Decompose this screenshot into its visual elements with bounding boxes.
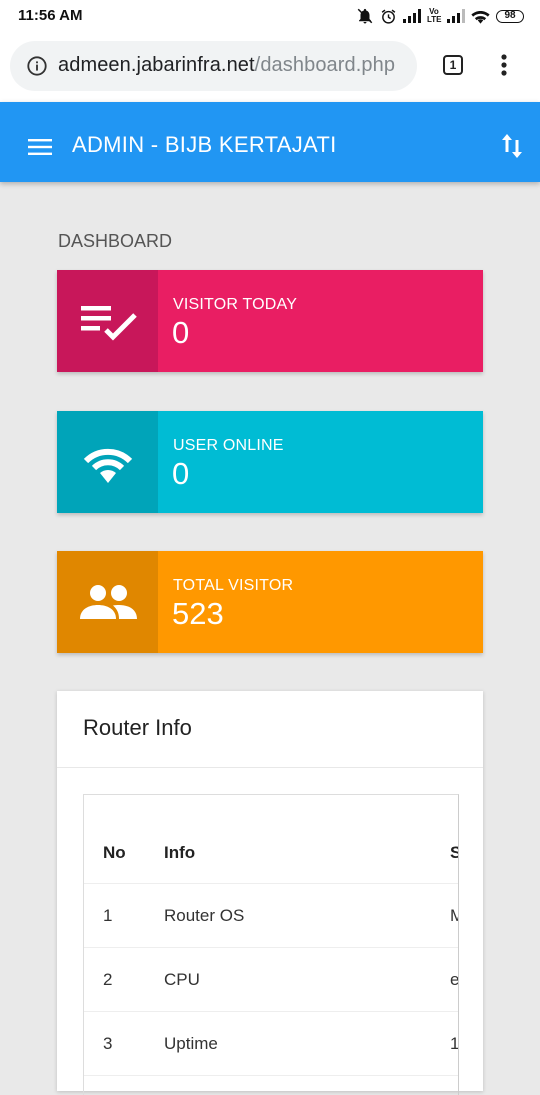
signal-icon <box>403 9 421 23</box>
column-header-status: S <box>450 843 458 863</box>
signal-icon-2 <box>447 9 465 23</box>
status-bar: 11:56 AM Vo LTE 98 <box>0 0 540 32</box>
card-value: 0 <box>172 456 190 491</box>
status-icons: Vo LTE 98 <box>356 6 524 26</box>
cell-status: e <box>450 970 459 989</box>
table-row: 3 Uptime 1 <box>84 1012 458 1076</box>
app-bar: ADMIN - BIJB KERTAJATI <box>0 102 540 182</box>
table-row: 1 Router OS M <box>84 884 458 948</box>
tab-switcher-button[interactable]: 1 <box>443 55 463 75</box>
battery-indicator: 98 <box>496 9 524 23</box>
url-text[interactable]: admeen.jabarinfra.net/dashboard.php <box>58 54 395 77</box>
url-path: /dashboard.php <box>254 54 396 76</box>
router-info-table[interactable]: No Info S 1 Router OS M 2 CPU e 3 Uptime… <box>83 794 459 1095</box>
cell-info: Uptime <box>164 1034 218 1053</box>
network-type: Vo LTE <box>427 7 442 24</box>
page-title: DASHBOARD <box>58 231 173 251</box>
mute-icon <box>356 7 374 25</box>
status-time: 11:56 AM <box>18 7 83 24</box>
hamburger-menu-icon[interactable] <box>28 139 52 160</box>
card-value: 523 <box>172 596 224 631</box>
cell-status: 1 <box>450 1034 459 1053</box>
url-domain: admeen.jabarinfra.net <box>58 54 255 76</box>
app-title: ADMIN - BIJB KERTAJATI <box>72 132 337 157</box>
cell-no: 2 <box>103 970 113 989</box>
visitor-today-card[interactable]: VISITOR TODAY 0 <box>57 270 483 372</box>
card-label: USER ONLINE <box>173 437 284 454</box>
column-header-no: No <box>103 843 126 862</box>
column-header-info: Info <box>164 843 196 862</box>
table-header-row: No Info S <box>84 795 458 884</box>
panel-header: Router Info <box>57 691 483 768</box>
card-label: VISITOR TODAY <box>173 296 298 313</box>
router-info-panel: Router Info No Info S 1 Router OS M 2 CP… <box>57 691 483 1095</box>
panel-title: Router Info <box>83 715 192 740</box>
card-icon-area <box>57 551 158 653</box>
cell-no: 3 <box>103 1034 113 1053</box>
cell-status: M <box>450 906 458 926</box>
cell-no: 1 <box>103 906 113 925</box>
alarm-icon <box>380 8 397 25</box>
cell-info: CPU <box>164 970 200 989</box>
info-icon[interactable] <box>26 55 48 82</box>
table-row: 2 CPU e <box>84 948 458 1012</box>
browser-toolbar: admeen.jabarinfra.net/dashboard.php 1 <box>0 32 540 102</box>
total-visitor-card[interactable]: TOTAL VISITOR 523 <box>57 551 483 653</box>
card-label: TOTAL VISITOR <box>173 577 294 594</box>
card-icon-area <box>57 411 158 513</box>
card-value: 0 <box>172 315 190 350</box>
address-bar[interactable]: admeen.jabarinfra.net/dashboard.php <box>10 41 417 91</box>
user-online-card[interactable]: USER ONLINE 0 <box>57 411 483 513</box>
cell-info: Router OS <box>164 906 245 925</box>
wifi-status-icon <box>471 9 490 24</box>
card-icon-area <box>57 270 158 372</box>
overflow-menu-icon[interactable] <box>498 53 510 82</box>
swap-vertical-icon[interactable] <box>500 132 524 165</box>
